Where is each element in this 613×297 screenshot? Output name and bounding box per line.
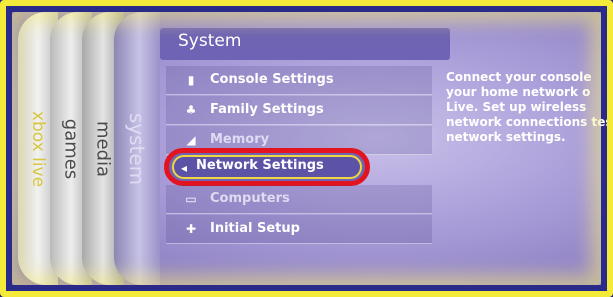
panel-title-bar: System: [160, 28, 450, 60]
menu-item-network-settings[interactable]: ◂ Network Settings: [164, 148, 432, 186]
network-icon: ◂: [180, 161, 188, 175]
menu-item-computers[interactable]: ▭ Computers: [166, 185, 432, 214]
system-panel: System ▮ Console Settings ♣ Family Setti…: [160, 18, 607, 279]
item-description: Connect your console your home network o…: [446, 70, 613, 144]
menu-item-label: Console Settings: [210, 72, 334, 87]
blade-label: system: [125, 112, 149, 185]
menu-item-label: Family Settings: [210, 102, 324, 117]
blade-label: games: [60, 118, 82, 179]
menu-item-label: Computers: [210, 191, 290, 206]
menu-item-label: Initial Setup: [210, 221, 300, 236]
computers-icon: ▭: [185, 192, 197, 206]
menu-item-label: Memory: [210, 132, 270, 147]
menu-item-console-settings[interactable]: ▮ Console Settings: [166, 66, 432, 95]
memory-icon: ◢: [186, 133, 196, 147]
blade-label: xbox live: [28, 110, 48, 187]
blade-system[interactable]: system: [114, 12, 160, 285]
blade-label: media: [92, 120, 114, 177]
system-menu: ▮ Console Settings ♣ Family Settings ◢ M…: [164, 66, 432, 245]
menu-item-family-settings[interactable]: ♣ Family Settings: [166, 96, 432, 125]
menu-item-label: Network Settings: [196, 158, 324, 173]
family-icon: ♣: [185, 103, 197, 117]
setup-icon: ✚: [185, 222, 197, 236]
menu-item-initial-setup[interactable]: ✚ Initial Setup: [166, 215, 432, 244]
dashboard-screen: xbox live games media system System ▮ Co…: [12, 12, 607, 285]
selection-highlight: ◂ Network Settings: [164, 148, 370, 186]
page-title: System: [178, 31, 242, 51]
console-icon: ▮: [187, 73, 195, 87]
screenshot-frame: xbox live games media system System ▮ Co…: [0, 0, 613, 297]
